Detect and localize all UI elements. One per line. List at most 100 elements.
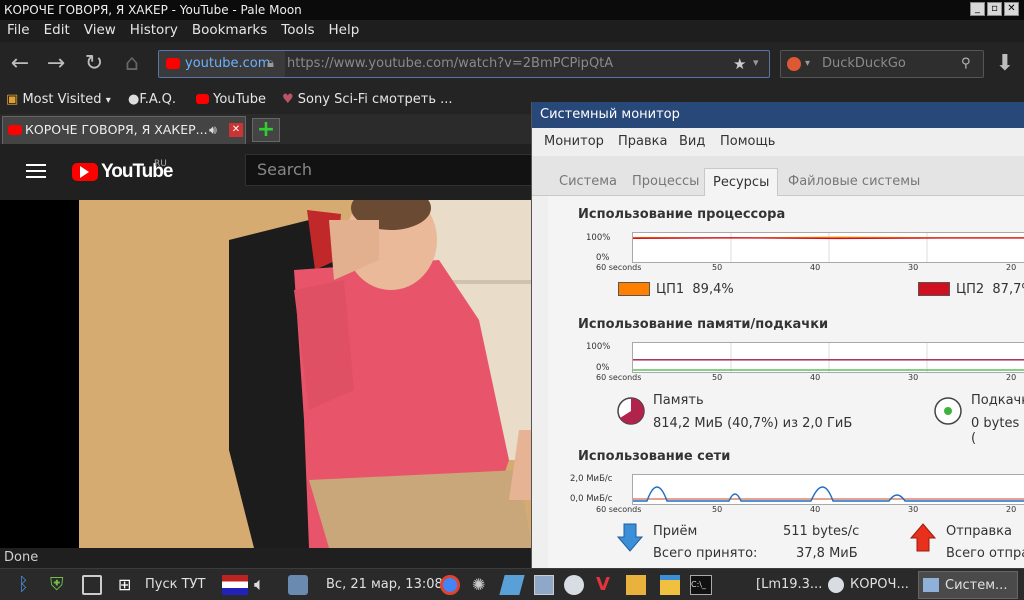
search-icon[interactable]: ⚲ bbox=[961, 51, 971, 77]
volume-icon[interactable]: 🔈︎ bbox=[254, 575, 274, 595]
reload-icon[interactable]: ↻ bbox=[82, 52, 106, 76]
chrome-icon[interactable] bbox=[440, 575, 460, 595]
minimize-button[interactable]: _ bbox=[970, 2, 985, 16]
cpu-x-tick: 30 bbox=[908, 263, 919, 272]
download-arrow-icon bbox=[617, 523, 643, 552]
cpu1-value: 89,4% bbox=[692, 282, 734, 297]
memory-graph-svg bbox=[633, 343, 1024, 372]
hamburger-menu-icon[interactable] bbox=[26, 164, 46, 178]
satellite-icon[interactable]: ✺ bbox=[472, 575, 492, 595]
swap-pie-icon bbox=[934, 397, 962, 425]
menu-edit-ru[interactable]: Правка bbox=[618, 134, 667, 149]
system-monitor-tabs: Система Процессы Ресурсы Файловые систем… bbox=[532, 156, 1024, 196]
close-button[interactable]: ✕ bbox=[1004, 2, 1019, 16]
mem-y-max: 100% bbox=[586, 342, 611, 352]
mem-x-tick: 40 bbox=[810, 373, 821, 382]
tab-system[interactable]: Система bbox=[551, 168, 625, 196]
folder-icon: ▣ bbox=[6, 92, 19, 107]
menu-help-ru[interactable]: Помощь bbox=[720, 134, 775, 149]
system-monitor-title[interactable]: Системный монитор bbox=[532, 102, 1024, 128]
youtube-favicon-icon bbox=[166, 58, 180, 69]
mem-x-tick: 60 seconds bbox=[596, 373, 642, 382]
bookmark-label: Sony Sci-Fi смотреть ... bbox=[297, 92, 453, 107]
start-button[interactable]: Пуск ТУТ bbox=[145, 577, 205, 592]
system-monitor-window[interactable]: Системный монитор Монитор Правка Вид Пом… bbox=[531, 102, 1024, 570]
youtube-search-input[interactable]: Search bbox=[245, 154, 532, 186]
swap-label: Подкачк bbox=[971, 393, 1024, 408]
bookmark-most-visited[interactable]: ▣ Most Visited ▾ bbox=[6, 91, 111, 109]
menu-help[interactable]: Help bbox=[322, 20, 367, 38]
task-browser[interactable]: КОРОЧ... bbox=[850, 577, 909, 592]
menu-file[interactable]: File bbox=[0, 20, 37, 38]
cpu2-color-swatch[interactable] bbox=[918, 282, 950, 296]
file-manager-icon[interactable] bbox=[626, 575, 646, 595]
play-triangle-icon bbox=[80, 166, 89, 178]
tab-close-icon[interactable]: ✕ bbox=[229, 123, 243, 137]
cpu-y-min: 0% bbox=[596, 253, 610, 263]
menu-tools[interactable]: Tools bbox=[274, 20, 321, 38]
menu-view-ru[interactable]: Вид bbox=[679, 134, 705, 149]
bookmark-faq[interactable]: ●F.A.Q. bbox=[128, 91, 176, 109]
task-terminal[interactable]: [Lm19.3... bbox=[756, 577, 822, 592]
search-engine-chevron-icon[interactable]: ▾ bbox=[805, 51, 810, 77]
search-placeholder: DuckDuckGo bbox=[822, 56, 906, 71]
net-x-tick: 50 bbox=[712, 505, 723, 514]
folder-icon[interactable] bbox=[660, 575, 680, 595]
tab-youtube[interactable]: КОРОЧЕ ГОВОРЯ, Я ХАКЕР... 🔊︎ ✕ bbox=[2, 116, 246, 144]
monitor-app-icon[interactable] bbox=[534, 575, 554, 595]
tab-processes[interactable]: Процессы bbox=[624, 168, 707, 196]
new-tab-button[interactable]: + bbox=[252, 118, 280, 142]
site-identity[interactable]: youtube.com 🔒︎ bbox=[159, 51, 285, 77]
task-sysmon-label: Систем... bbox=[945, 578, 1008, 593]
address-bar[interactable]: youtube.com 🔒︎ https://www.youtube.com/w… bbox=[158, 50, 770, 78]
network-graph-svg bbox=[633, 486, 1024, 502]
bluetooth-icon[interactable]: ᛒ bbox=[18, 575, 38, 595]
chevron-down-icon[interactable]: ▾ bbox=[753, 56, 759, 69]
cpu-graph-svg bbox=[632, 233, 1024, 262]
task-sysmon-active[interactable]: Систем... bbox=[918, 571, 1018, 599]
video-player[interactable] bbox=[79, 200, 532, 548]
net-y-max: 2,0 МиБ/с bbox=[570, 474, 613, 484]
tab-filesystems[interactable]: Файловые системы bbox=[780, 168, 928, 196]
cpu1-color-swatch[interactable] bbox=[618, 282, 650, 296]
menu-edit[interactable]: Edit bbox=[37, 20, 77, 38]
mem-y-min: 0% bbox=[596, 363, 610, 373]
tab-resources[interactable]: Ресурсы bbox=[704, 168, 779, 196]
shield-icon[interactable]: ⛨ bbox=[50, 575, 70, 595]
maximize-button[interactable]: ▫ bbox=[987, 2, 1002, 16]
us-flag-icon[interactable] bbox=[222, 575, 248, 595]
memory-graph bbox=[632, 342, 1024, 373]
menu-bookmarks[interactable]: Bookmarks bbox=[185, 20, 274, 38]
forward-arrow-icon[interactable]: → bbox=[44, 52, 68, 76]
palemoon-icon[interactable] bbox=[564, 575, 584, 595]
swap-value: 0 bytes ( bbox=[971, 416, 1020, 446]
bookmark-youtube[interactable]: YouTube bbox=[196, 91, 266, 109]
vivaldi-icon[interactable]: V bbox=[596, 575, 616, 595]
youtube-header: YouTube RU Search bbox=[0, 144, 532, 200]
menu-view[interactable]: View bbox=[77, 20, 123, 38]
status-bar: Done bbox=[0, 548, 532, 568]
speaker-icon[interactable]: 🔊︎ bbox=[209, 117, 217, 143]
clock[interactable]: Вс, 21 мар, 13:08 bbox=[326, 577, 443, 592]
app-launcher-icon[interactable] bbox=[499, 575, 525, 595]
star-icon[interactable]: ★ bbox=[733, 55, 746, 73]
system-tray-icon[interactable] bbox=[288, 575, 308, 595]
cpu-x-tick: 40 bbox=[810, 263, 821, 272]
memory-value: 814,2 МиБ (40,7%) из 2,0 ГиБ bbox=[653, 416, 853, 431]
cpu1-name: ЦП1 bbox=[656, 282, 685, 297]
youtube-favicon-icon bbox=[196, 94, 209, 104]
taskbar: ᛒ ⛨ ⊞ Пуск ТУТ 🔈︎ Вс, 21 мар, 13:08 ✺ V … bbox=[0, 568, 1024, 600]
search-field[interactable]: ▾ DuckDuckGo ⚲ bbox=[780, 50, 984, 78]
download-arrow-icon[interactable]: ⬇ bbox=[993, 52, 1017, 76]
terminal-icon[interactable]: C:\_ bbox=[690, 575, 712, 595]
url-text[interactable]: https://www.youtube.com/watch?v=2BmPCPip… bbox=[287, 51, 613, 77]
windows-logo-icon[interactable]: ⊞ bbox=[118, 575, 138, 595]
back-arrow-icon[interactable]: ← bbox=[8, 52, 32, 76]
tab-title: КОРОЧЕ ГОВОРЯ, Я ХАКЕР... bbox=[25, 122, 208, 137]
bookmark-sony-scifi[interactable]: ♥ Sony Sci-Fi смотреть ... bbox=[282, 91, 453, 109]
memory-label: Память bbox=[653, 393, 704, 408]
network-icon[interactable] bbox=[82, 575, 102, 595]
menu-history[interactable]: History bbox=[123, 20, 185, 38]
menu-monitor[interactable]: Монитор bbox=[544, 134, 604, 149]
home-icon[interactable]: ⌂ bbox=[120, 52, 144, 76]
